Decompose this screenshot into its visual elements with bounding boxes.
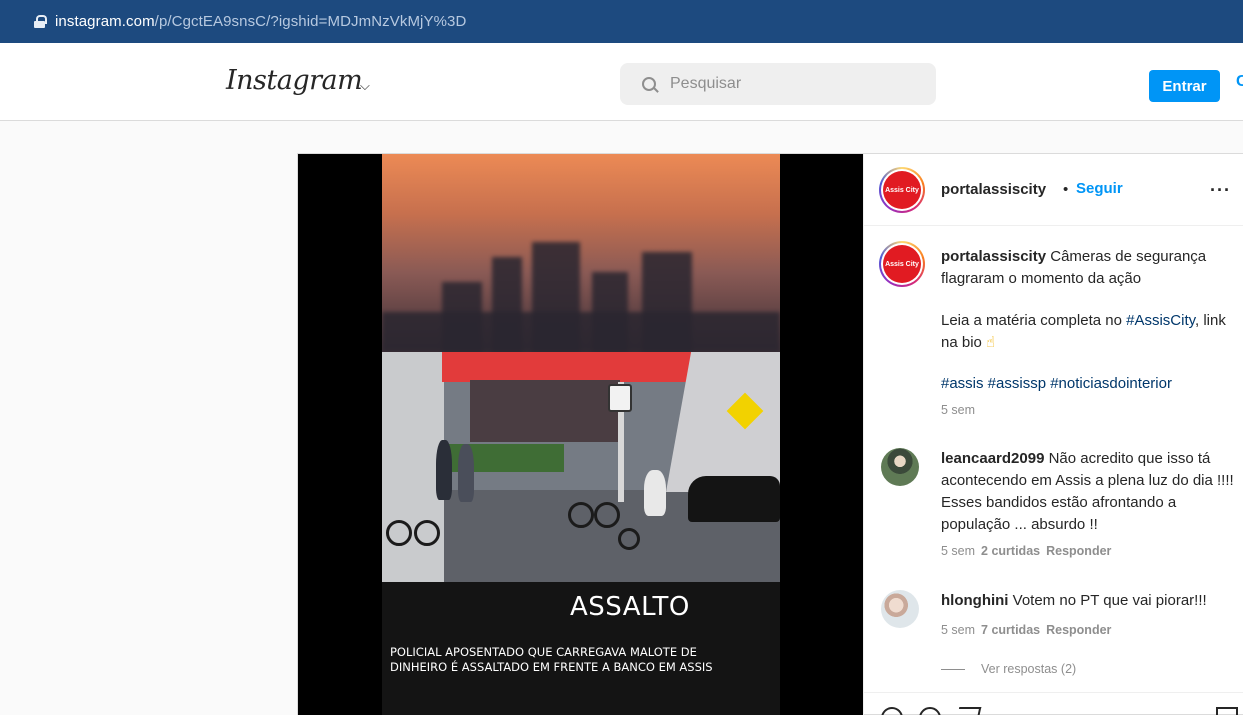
- chevron-down-icon[interactable]: ⌵: [360, 78, 370, 94]
- scene-bicycle-wheel: [386, 520, 412, 546]
- video-scene: [382, 352, 780, 582]
- post-header: Assis City portalassiscity • Seguir ···: [864, 154, 1243, 226]
- heart-icon[interactable]: [881, 707, 903, 715]
- post-card: ASSALTO POLICIAL APOSENTADO QUE CARREGAV…: [297, 153, 1243, 715]
- share-icon[interactable]: [954, 707, 982, 715]
- instagram-header: Instagram ⌵ Entrar C: [0, 43, 1243, 121]
- scene-storefront: [470, 380, 620, 442]
- scene-person: [436, 440, 452, 500]
- reply-button[interactable]: Responder: [1046, 623, 1111, 637]
- pointing-finger-emoji: ☝: [986, 334, 996, 351]
- view-replies-label: Ver respostas (2): [981, 662, 1077, 676]
- post-side-panel: Assis City portalassiscity • Seguir ··· …: [863, 154, 1243, 715]
- comment-username[interactable]: leancaard2099: [941, 450, 1044, 467]
- replies-divider: [941, 668, 965, 670]
- video-overlay-title: ASSALTO: [570, 592, 690, 622]
- follow-button[interactable]: Seguir: [1076, 180, 1123, 197]
- comment-icon[interactable]: [919, 707, 941, 715]
- post-action-bar: [864, 692, 1243, 715]
- search-input[interactable]: [670, 75, 910, 93]
- search-icon: [642, 77, 656, 91]
- comment-username[interactable]: hlonghini: [941, 592, 1008, 609]
- skyline-base: [382, 312, 780, 352]
- caption-age[interactable]: 5 sem: [941, 403, 975, 417]
- browser-url-bar[interactable]: instagram.com/p/CgctEA9snsC/?igshid=MDJm…: [0, 0, 1243, 43]
- video-frame[interactable]: ASSALTO POLICIAL APOSENTADO QUE CARREGAV…: [382, 154, 780, 715]
- scene-car: [688, 476, 780, 522]
- caption-username[interactable]: portalassiscity: [941, 248, 1046, 265]
- caption-paragraph: Leia a matéria completa no #AssisCity, l…: [941, 310, 1241, 354]
- comment-likes[interactable]: 7 curtidas: [981, 623, 1040, 637]
- caption-line: Leia a matéria completa no: [941, 312, 1127, 329]
- comment-age[interactable]: 5 sem: [941, 544, 975, 558]
- video-overlay-caption: POLICIAL APOSENTADO QUE CARREGAVA MALOTE…: [390, 645, 713, 674]
- scene-bicycle-wheel: [594, 502, 620, 528]
- more-options-icon[interactable]: ···: [1210, 180, 1231, 201]
- scene-parking-sign: [608, 384, 632, 412]
- scene-bicycle-wheel: [414, 520, 440, 546]
- url-text[interactable]: instagram.com/p/CgctEA9snsC/?igshid=MDJm…: [55, 13, 466, 30]
- view-replies-button[interactable]: Ver respostas (2): [941, 662, 1076, 676]
- lock-icon: [34, 15, 47, 28]
- comment-body: Votem no PT que vai piorar!!!: [1012, 592, 1207, 609]
- url-host: instagram.com: [55, 13, 155, 30]
- caption-hashtags[interactable]: #assis #assissp #noticiasdointerior: [941, 373, 1241, 395]
- scene-awning: [442, 352, 722, 382]
- caption-text: portalassiscity Câmeras de segurança fla…: [941, 246, 1241, 290]
- scene-wall: [382, 352, 444, 582]
- signup-link-cutoff[interactable]: C: [1236, 73, 1243, 91]
- comment-text: leancaard2099 Não acredito que isso tá a…: [941, 448, 1241, 536]
- comment-likes[interactable]: 2 curtidas: [981, 544, 1040, 558]
- reply-button[interactable]: Responder: [1046, 544, 1111, 558]
- separator-dot: •: [1063, 181, 1069, 198]
- bookmark-icon[interactable]: [1216, 707, 1238, 715]
- comment-text: hlonghini Votem no PT que vai piorar!!!: [941, 590, 1241, 612]
- commenter-avatar[interactable]: [881, 448, 919, 486]
- url-path: /p/CgctEA9snsC/?igshid=MDJmNzVkMjY%3D: [154, 13, 467, 30]
- scene-person: [458, 444, 474, 502]
- comment-age[interactable]: 5 sem: [941, 623, 975, 637]
- login-button[interactable]: Entrar: [1149, 70, 1220, 102]
- scene-motorcycle-wheel: [618, 528, 640, 550]
- author-username[interactable]: portalassiscity: [941, 181, 1046, 198]
- commenter-avatar[interactable]: [881, 590, 919, 628]
- comment-meta: 5 sem 2 curtidas Responder: [941, 544, 1111, 558]
- scene-motorcyclist: [644, 470, 666, 516]
- video-sky: [382, 154, 780, 352]
- caption-avatar[interactable]: Assis City: [879, 241, 925, 287]
- scene-bicycle-wheel: [568, 502, 594, 528]
- instagram-logo[interactable]: Instagram: [226, 65, 363, 96]
- assiscity-logo: Assis City: [883, 171, 921, 209]
- post-media[interactable]: ASSALTO POLICIAL APOSENTADO QUE CARREGAV…: [298, 154, 863, 715]
- hashtag-link[interactable]: #AssisCity: [1126, 312, 1195, 329]
- comment-meta: 5 sem 7 curtidas Responder: [941, 623, 1111, 637]
- author-avatar[interactable]: Assis City: [879, 167, 925, 213]
- assiscity-logo: Assis City: [883, 245, 921, 283]
- search-box[interactable]: [620, 63, 936, 105]
